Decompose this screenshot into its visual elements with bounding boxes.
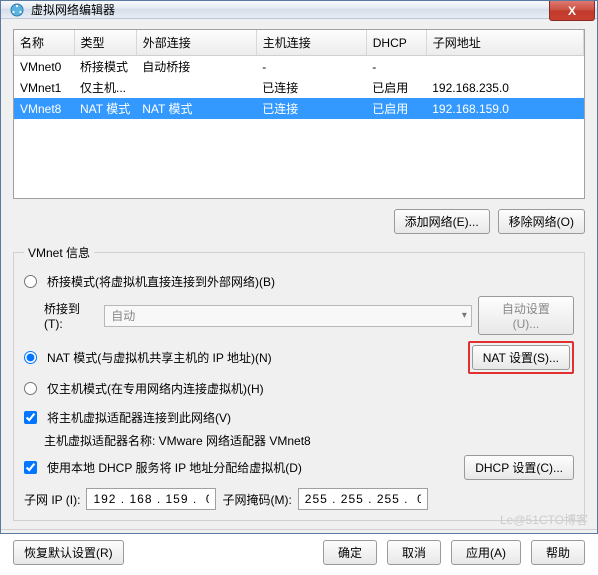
table-row[interactable]: VMnet1 仅主机... 已连接 已启用 192.168.235.0 [14, 77, 584, 98]
cancel-button[interactable]: 取消 [387, 540, 441, 565]
cell: VMnet1 [14, 77, 74, 98]
bottom-bar: 恢复默认设置(R) 确定 取消 应用(A) 帮助 [1, 529, 597, 575]
bridge-to-row: 桥接到(T): 自动 自动设置(U)... [24, 296, 574, 335]
network-table[interactable]: 名称 类型 外部连接 主机连接 DHCP 子网地址 VMnet0 桥接模式 自动… [13, 29, 585, 199]
connect-host-label: 将主机虚拟适配器连接到此网络(V) [47, 409, 231, 426]
cell: - [256, 56, 366, 78]
cell: 已启用 [366, 77, 426, 98]
table-header-row: 名称 类型 外部连接 主机连接 DHCP 子网地址 [14, 30, 584, 56]
cell: VMnet0 [14, 56, 74, 78]
nat-settings-button[interactable]: NAT 设置(S)... [472, 345, 570, 370]
adapter-name-row: 主机虚拟适配器名称: VMware 网络适配器 VMnet8 [24, 432, 574, 449]
dhcp-checkbox[interactable] [24, 461, 37, 474]
cell: 192.168.235.0 [426, 77, 583, 98]
col-name[interactable]: 名称 [14, 30, 74, 56]
titlebar[interactable]: 虚拟网络编辑器 X [1, 1, 597, 19]
col-ext[interactable]: 外部连接 [136, 30, 256, 56]
nat-row: NAT 模式(与虚拟机共享主机的 IP 地址)(N) NAT 设置(S)... [24, 341, 574, 374]
vmnet-info-group: VMnet 信息 桥接模式(将虚拟机直接连接到外部网络)(B) 桥接到(T): … [13, 244, 585, 521]
subnet-mask-label: 子网掩码(M): [222, 491, 291, 508]
auto-settings-button: 自动设置(U)... [478, 296, 574, 335]
cell: NAT 模式 [74, 98, 136, 119]
cell [426, 56, 583, 78]
cell: 已连接 [256, 98, 366, 119]
col-subnet[interactable]: 子网地址 [426, 30, 583, 56]
cell [136, 77, 256, 98]
dhcp-settings-button[interactable]: DHCP 设置(C)... [464, 455, 574, 480]
connect-host-checkbox[interactable] [24, 411, 37, 424]
cell: 桥接模式 [74, 56, 136, 78]
table-row[interactable]: VMnet0 桥接模式 自动桥接 - - [14, 56, 584, 78]
remove-network-button[interactable]: 移除网络(O) [498, 209, 585, 234]
nat-radio[interactable] [24, 351, 37, 364]
ok-button[interactable]: 确定 [323, 540, 377, 565]
help-button[interactable]: 帮助 [531, 540, 585, 565]
bridge-row: 桥接模式(将虚拟机直接连接到外部网络)(B) [24, 273, 574, 290]
vmnet-info-legend: VMnet 信息 [24, 244, 94, 261]
nat-highlight: NAT 设置(S)... [468, 341, 574, 374]
col-host[interactable]: 主机连接 [256, 30, 366, 56]
cell: NAT 模式 [136, 98, 256, 119]
close-button[interactable]: X [549, 1, 595, 21]
close-icon: X [568, 4, 576, 18]
app-icon [9, 2, 25, 18]
cell: VMnet8 [14, 98, 74, 119]
table-buttons: 添加网络(E)... 移除网络(O) [13, 209, 585, 234]
dhcp-label: 使用本地 DHCP 服务将 IP 地址分配给虚拟机(D) [47, 459, 302, 476]
dhcp-row: 使用本地 DHCP 服务将 IP 地址分配给虚拟机(D) DHCP 设置(C).… [24, 455, 574, 480]
cell: 已启用 [366, 98, 426, 119]
subnet-mask-input[interactable] [298, 488, 428, 510]
content-area: 名称 类型 外部连接 主机连接 DHCP 子网地址 VMnet0 桥接模式 自动… [1, 19, 597, 529]
restore-defaults-button[interactable]: 恢复默认设置(R) [13, 540, 124, 565]
cell: 自动桥接 [136, 56, 256, 78]
cell: 192.168.159.0 [426, 98, 583, 119]
hostonly-row: 仅主机模式(在专用网络内连接虚拟机)(H) [24, 380, 574, 397]
bridge-radio[interactable] [24, 275, 37, 288]
col-type[interactable]: 类型 [74, 30, 136, 56]
nat-label: NAT 模式(与虚拟机共享主机的 IP 地址)(N) [47, 349, 272, 366]
dialog-window: 虚拟网络编辑器 X 名称 类型 外部连接 主机连接 DHCP 子网地址 [0, 0, 598, 534]
bridge-to-value: 自动 [111, 309, 135, 323]
hostonly-radio[interactable] [24, 382, 37, 395]
subnet-ip-label: 子网 IP (I): [24, 491, 80, 508]
subnet-row: 子网 IP (I): 子网掩码(M): [24, 488, 574, 510]
apply-button[interactable]: 应用(A) [451, 540, 521, 565]
connect-host-row: 将主机虚拟适配器连接到此网络(V) [24, 409, 574, 426]
bridge-to-label: 桥接到(T): [44, 300, 98, 331]
window-title: 虚拟网络编辑器 [31, 1, 115, 18]
bridge-to-select[interactable]: 自动 [104, 305, 472, 327]
cell: 已连接 [256, 77, 366, 98]
table-row-selected[interactable]: VMnet8 NAT 模式 NAT 模式 已连接 已启用 192.168.159… [14, 98, 584, 119]
subnet-ip-input[interactable] [86, 488, 216, 510]
cell: 仅主机... [74, 77, 136, 98]
bridge-label: 桥接模式(将虚拟机直接连接到外部网络)(B) [47, 273, 275, 290]
col-dhcp[interactable]: DHCP [366, 30, 426, 56]
adapter-name-text: 主机虚拟适配器名称: VMware 网络适配器 VMnet8 [44, 432, 311, 449]
add-network-button[interactable]: 添加网络(E)... [394, 209, 490, 234]
cell: - [366, 56, 426, 78]
hostonly-label: 仅主机模式(在专用网络内连接虚拟机)(H) [47, 380, 264, 397]
